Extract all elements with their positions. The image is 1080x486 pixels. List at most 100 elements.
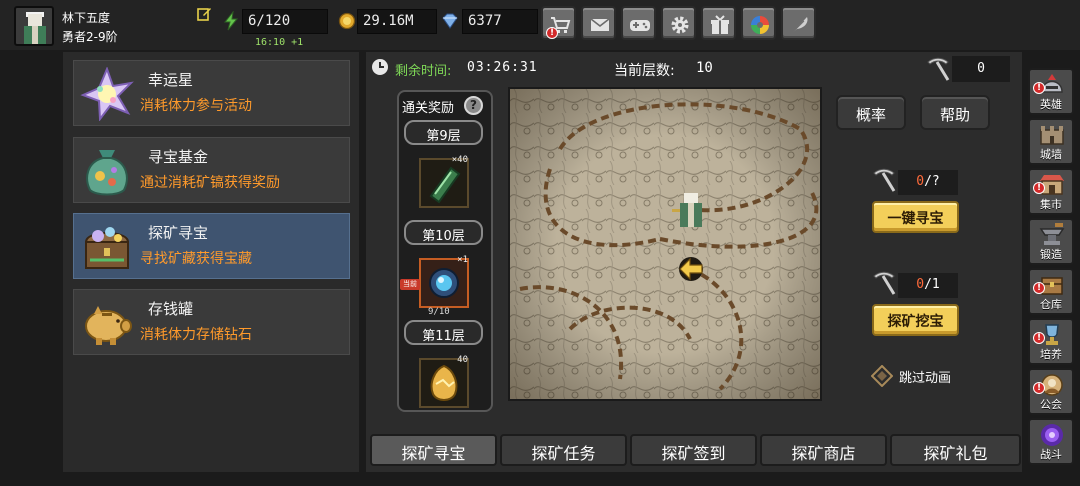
- edit-icon[interactable]: [197, 7, 212, 21]
- diamond-counter: 6377: [462, 9, 538, 34]
- treasure-bag-icon: [86, 150, 128, 196]
- sidebar-label: 仓库: [1040, 298, 1062, 311]
- feather-icon: [791, 17, 808, 34]
- odds-button[interactable]: 概率: [836, 95, 906, 130]
- golden-egg-icon: [430, 364, 458, 401]
- player-rank: 勇者2-9阶: [62, 30, 118, 44]
- menu-item-title: 寻宝基金: [148, 148, 209, 166]
- gold-coin-icon: [338, 12, 356, 30]
- menu-item-lucky-star[interactable]: 幸运星 消耗体力参与活动: [73, 60, 350, 126]
- green-crystal-icon: [429, 166, 461, 204]
- mail-icon: [590, 18, 610, 31]
- sidebar-label: 战斗: [1040, 448, 1062, 461]
- mail-button[interactable]: [581, 6, 616, 40]
- gear-icon: [671, 16, 689, 34]
- alert-badge: !: [1033, 282, 1045, 294]
- tab-mining-checkin[interactable]: 探矿签到: [630, 434, 757, 466]
- reward-slot-floor-11[interactable]: 40: [419, 355, 469, 408]
- dig-counter: 0/1: [898, 273, 958, 298]
- menu-item-desc: 消耗体力参与活动: [140, 98, 252, 114]
- menu-item-title: 存钱罐: [148, 300, 194, 318]
- gamepad-icon: [630, 20, 650, 31]
- sidebar-label: 锻造: [1040, 248, 1062, 261]
- sidebar-label: 培养: [1040, 348, 1062, 361]
- energy-timer: 16:10 +1: [255, 37, 304, 48]
- clock-icon: [372, 59, 388, 75]
- menu-item-treasure-fund[interactable]: 寻宝基金 通过消耗矿镐获得奖励: [73, 137, 350, 203]
- help-button[interactable]: 帮助: [920, 95, 990, 130]
- shop-cart-button[interactable]: !: [541, 6, 576, 40]
- remaining-time-label: 剩余时间:: [395, 64, 452, 79]
- reward-slot-floor-10[interactable]: ×1: [419, 255, 469, 308]
- pickaxe-count: 0: [952, 56, 1010, 82]
- color-wheel-icon: [751, 16, 769, 34]
- sidebar-item-city-wall[interactable]: 城墙: [1028, 118, 1074, 165]
- reward-count: 40: [457, 355, 468, 365]
- alert-badge: !: [1033, 332, 1045, 344]
- anvil-icon: [1039, 223, 1065, 245]
- sidebar-item-heroes[interactable]: ! 英雄: [1028, 68, 1074, 115]
- diamond-icon: [442, 13, 458, 29]
- quick-hunt-counter: 0/?: [898, 170, 958, 195]
- pickaxe-icon: [927, 57, 950, 81]
- menu-item-piggy-bank[interactable]: 存钱罐 消耗体力存储钻石: [73, 289, 350, 355]
- direction-arrow: [679, 257, 703, 281]
- sidebar-label: 公会: [1040, 398, 1062, 411]
- floor-label-9: 第9层: [404, 120, 483, 145]
- current-floor-value: 10: [696, 60, 713, 76]
- pickaxe-icon: [873, 168, 896, 192]
- alert-badge: !: [1033, 382, 1045, 394]
- energy-counter: 6/120: [242, 9, 328, 34]
- quick-hunt-button[interactable]: 一键寻宝: [872, 201, 959, 233]
- floor-progress: 9/10: [428, 307, 450, 317]
- reward-count: ×1: [457, 255, 468, 265]
- skip-animation-checkbox[interactable]: [871, 365, 893, 387]
- player-name: 林下五度: [62, 11, 111, 25]
- top-bar: [0, 0, 1080, 50]
- menu-item-title: 幸运星: [148, 71, 194, 89]
- lucky-star-icon: [80, 67, 134, 121]
- alert-badge: !: [1033, 82, 1045, 94]
- tab-mining-tasks[interactable]: 探矿任务: [500, 434, 627, 466]
- sidebar-item-forge[interactable]: 锻造: [1028, 218, 1074, 265]
- portal-icon: [1041, 424, 1063, 446]
- menu-item-mining-treasure[interactable]: 探矿寻宝 寻找矿藏获得宝藏: [73, 213, 350, 279]
- energy-bolt-icon: [223, 11, 239, 31]
- gold-counter: 29.16M: [357, 9, 437, 34]
- event-menu-panel: 幸运星 消耗体力参与活动 寻宝基金 通过消耗矿镐获得奖励 探矿寻宝 寻找矿藏获得…: [63, 52, 359, 472]
- sidebar-item-guild[interactable]: ! 公会: [1028, 368, 1074, 415]
- gamepad-button[interactable]: [621, 6, 656, 40]
- menu-item-title: 探矿寻宝: [148, 224, 209, 242]
- color-wheel-button[interactable]: [741, 6, 776, 40]
- menu-item-desc: 消耗体力存储钻石: [140, 327, 252, 343]
- sidebar-label: 英雄: [1040, 98, 1062, 111]
- gift-icon: [711, 15, 729, 34]
- reward-slot-floor-9[interactable]: ×40: [419, 155, 469, 208]
- pickaxe-icon: [873, 271, 896, 295]
- remaining-time-value: 03:26:31: [467, 60, 538, 75]
- piggy-bank-icon: [85, 306, 132, 345]
- tab-mining-packs[interactable]: 探矿礼包: [890, 434, 1021, 466]
- sidebar-label: 集市: [1040, 198, 1062, 211]
- alert-badge: !: [1033, 182, 1045, 194]
- tab-mining-shop[interactable]: 探矿商店: [760, 434, 887, 466]
- menu-item-desc: 寻找矿藏获得宝藏: [140, 251, 252, 267]
- feather-button[interactable]: [781, 6, 816, 40]
- reward-count: ×40: [451, 155, 468, 165]
- sidebar-item-warehouse[interactable]: ! 仓库: [1028, 268, 1074, 315]
- dig-treasure-button[interactable]: 探矿挖宝: [872, 304, 959, 336]
- castle-wall-icon: [1040, 126, 1064, 145]
- sidebar-item-training[interactable]: ! 培养: [1028, 318, 1074, 365]
- current-floor-label: 当前层数:: [614, 63, 675, 79]
- current-floor-tag: 当前: [400, 279, 420, 290]
- settings-button[interactable]: [661, 6, 696, 40]
- sidebar-item-market[interactable]: ! 集市: [1028, 168, 1074, 215]
- tab-mining-treasure[interactable]: 探矿寻宝: [370, 434, 497, 466]
- gift-button[interactable]: [701, 6, 736, 40]
- reward-help-button[interactable]: ?: [464, 96, 483, 115]
- clear-reward-title: 通关奖励: [402, 101, 455, 116]
- sidebar-item-battle[interactable]: 战斗: [1028, 418, 1074, 465]
- sidebar-label: 城墙: [1040, 148, 1062, 161]
- treasure-map[interactable]: [508, 87, 822, 401]
- player-avatar[interactable]: [14, 6, 54, 46]
